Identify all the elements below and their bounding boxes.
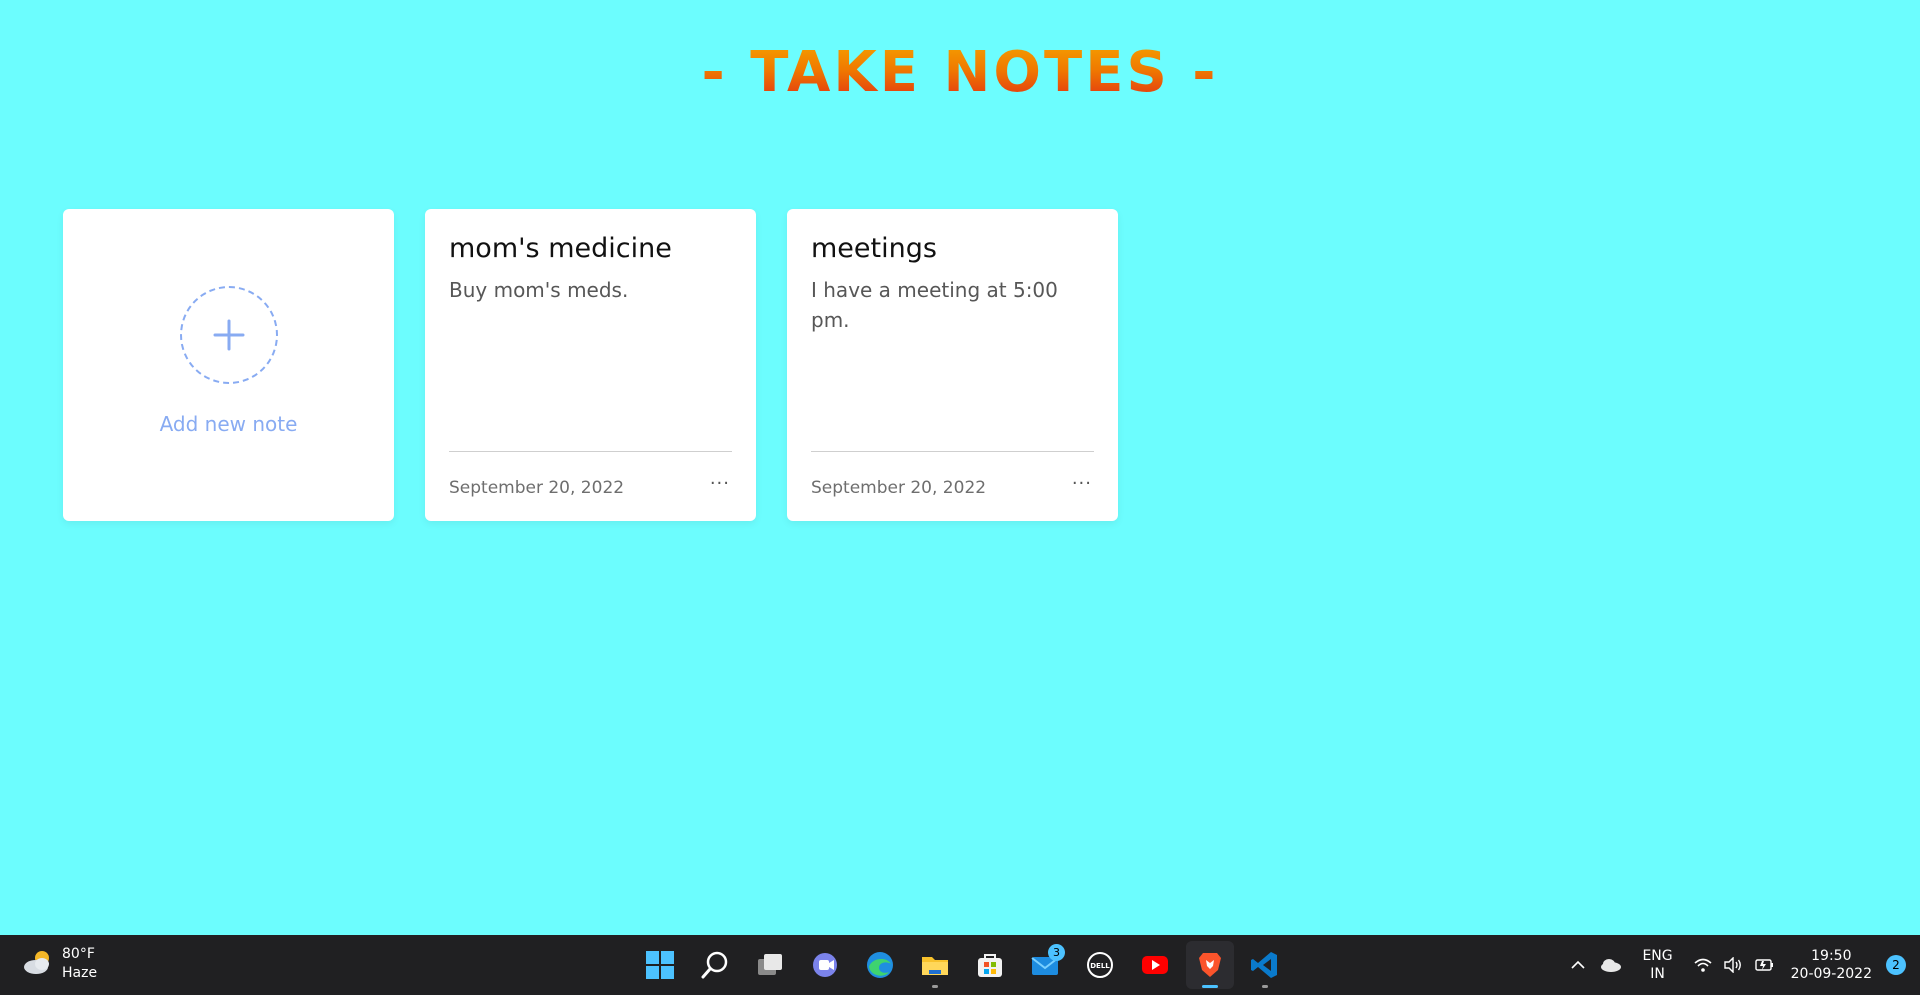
add-note-card[interactable]: Add new note	[63, 209, 394, 521]
battery-icon[interactable]	[1753, 957, 1775, 973]
note-date: September 20, 2022	[811, 477, 987, 498]
edge-browser-icon[interactable]	[856, 941, 904, 989]
running-indicator	[1262, 985, 1268, 988]
onedrive-icon[interactable]	[1600, 957, 1622, 973]
vscode-icon[interactable]	[1241, 941, 1289, 989]
chat-icon[interactable]	[801, 941, 849, 989]
system-tray: ENG IN 19:50 20-09-2022 2	[1570, 935, 1920, 995]
region-code: IN	[1650, 966, 1665, 982]
taskbar: 80°F Haze 3 DELL ENG IN 19:50 20-09-2022…	[0, 935, 1920, 995]
more-options-icon[interactable]: ···	[708, 474, 732, 492]
wifi-icon[interactable]	[1693, 957, 1713, 973]
weather-temp: 80°F	[62, 946, 95, 962]
cloudy-sun-icon	[22, 948, 54, 980]
page-title: - TAKE NOTES -	[0, 40, 1920, 105]
youtube-icon[interactable]	[1131, 941, 1179, 989]
clock-date: 20-09-2022	[1790, 966, 1872, 982]
brave-browser-icon[interactable]	[1186, 941, 1234, 989]
volume-icon[interactable]	[1723, 957, 1743, 973]
language-indicator[interactable]: ENG IN	[1642, 947, 1672, 983]
windows-start-icon[interactable]	[636, 941, 684, 989]
store-icon[interactable]	[966, 941, 1014, 989]
clock-time: 19:50	[1811, 948, 1852, 964]
more-options-icon[interactable]: ···	[1070, 474, 1094, 492]
active-indicator	[1202, 985, 1218, 988]
app-window: - TAKE NOTES - Add new note mom's medici…	[0, 0, 1920, 995]
weather-widget[interactable]: 80°F Haze	[22, 945, 97, 983]
note-footer: September 20, 2022 ···	[811, 451, 1094, 521]
notification-badge[interactable]: 2	[1886, 955, 1906, 975]
chevron-up-icon[interactable]	[1570, 957, 1586, 973]
notes-grid: Add new note mom's medicine Buy mom's me…	[63, 209, 1118, 521]
mail-icon[interactable]: 3	[1021, 941, 1069, 989]
folder-icon[interactable]	[911, 941, 959, 989]
clock[interactable]: 19:50 20-09-2022	[1791, 947, 1872, 983]
mail-badge: 3	[1048, 944, 1065, 961]
add-note-label[interactable]: Add new note	[160, 412, 298, 436]
note-title: mom's medicine	[449, 233, 672, 264]
note-body: I have a meeting at 5:00 pm.	[811, 278, 1058, 332]
taskbar-apps: 3 DELL	[636, 941, 1289, 989]
plus-icon[interactable]	[179, 286, 278, 384]
weather-text: 80°F Haze	[62, 945, 97, 983]
note-title: meetings	[811, 233, 937, 264]
weather-condition: Haze	[62, 965, 98, 981]
note-date: September 20, 2022	[449, 477, 625, 498]
note-card[interactable]: mom's medicine Buy mom's meds. September…	[425, 209, 756, 521]
language-code: ENG	[1642, 948, 1673, 964]
task-view-icon[interactable]	[746, 941, 794, 989]
svg-text:DELL: DELL	[1090, 962, 1110, 970]
note-footer: September 20, 2022 ···	[449, 451, 732, 521]
dell-icon[interactable]: DELL	[1076, 941, 1124, 989]
running-indicator	[932, 985, 938, 988]
note-body: Buy mom's meds.	[449, 278, 629, 302]
note-card[interactable]: meetings I have a meeting at 5:00 pm. Se…	[787, 209, 1118, 521]
search-icon[interactable]	[691, 941, 739, 989]
